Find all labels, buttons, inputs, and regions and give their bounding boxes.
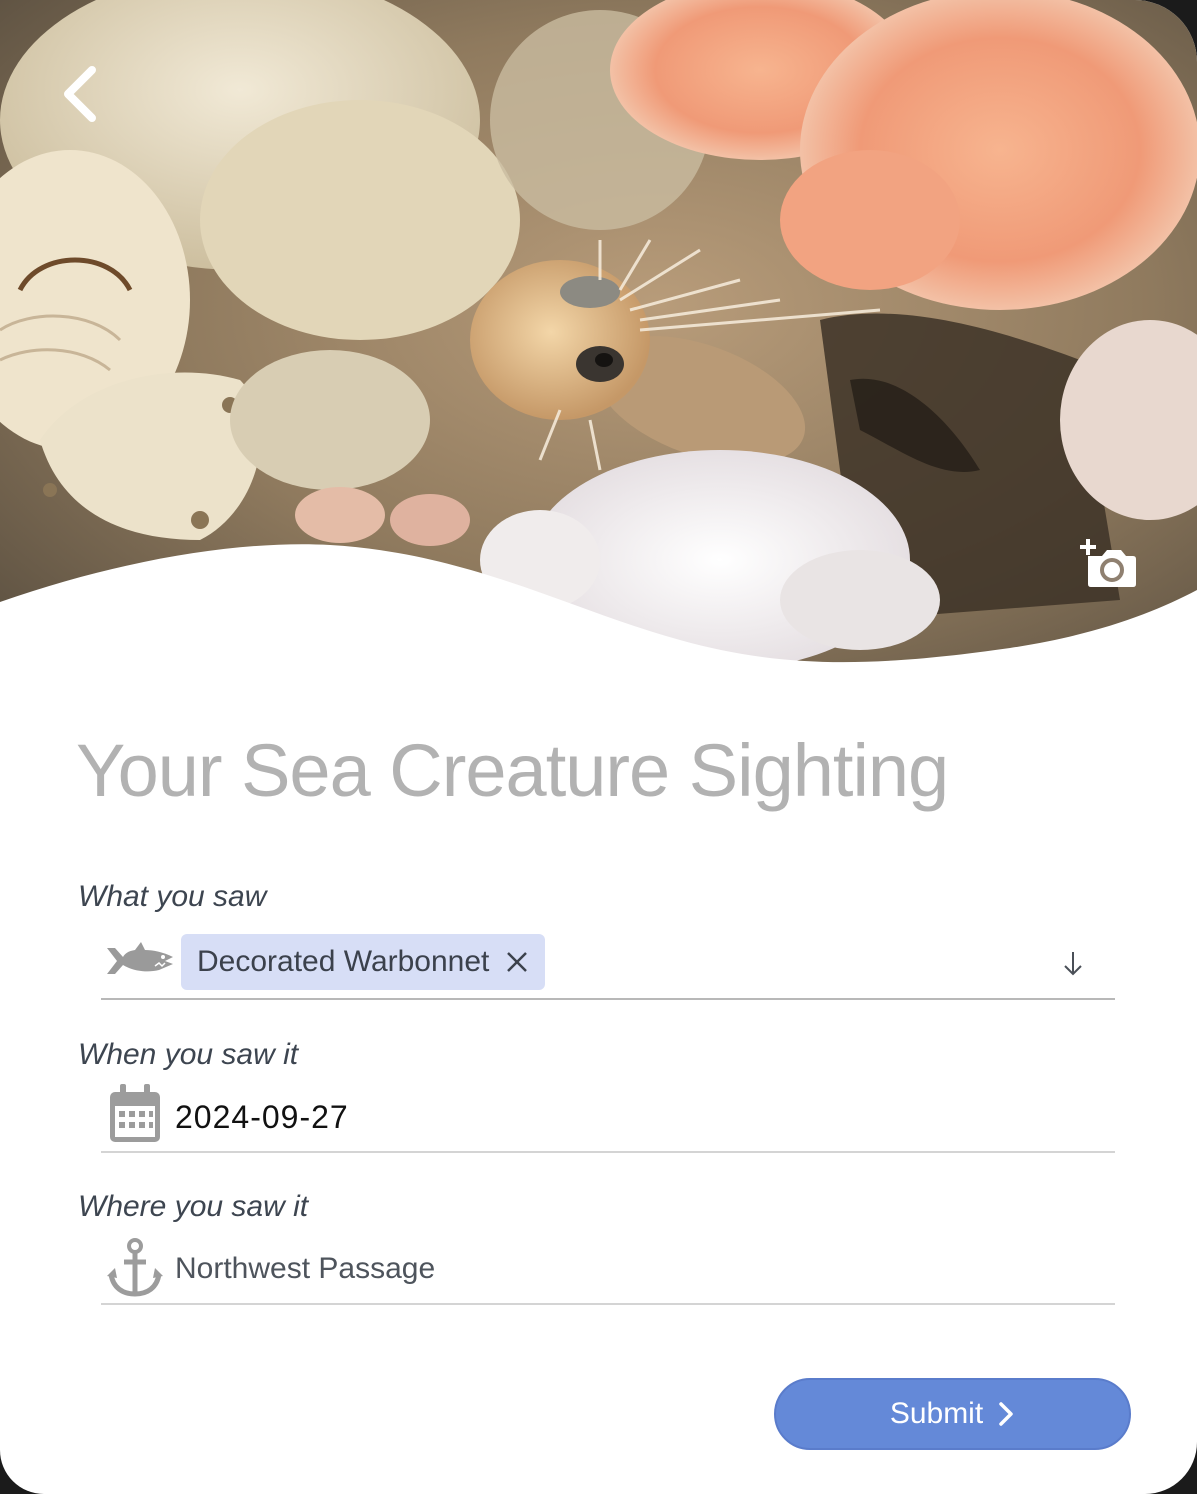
location-input[interactable]: [175, 1246, 1075, 1292]
when-label: When you saw it: [78, 1038, 299, 1071]
hero-wave: [0, 544, 1197, 680]
arrow-down-icon[interactable]: [1061, 948, 1085, 978]
add-photo-camera-icon: [1080, 539, 1136, 587]
selected-species-chip: Decorated Warbonnet: [181, 934, 546, 990]
species-select[interactable]: Decorated Warbonnet: [101, 926, 1115, 1000]
shark-icon: [107, 942, 173, 974]
what-label: What you saw: [78, 880, 267, 913]
page-title: Your Sea Creature Sighting: [76, 729, 949, 812]
date-input[interactable]: [175, 1094, 1075, 1140]
selected-species-label: Decorated Warbonnet: [197, 945, 490, 978]
back-button[interactable]: [50, 56, 114, 128]
submit-label: Submit: [889, 1397, 984, 1430]
close-icon[interactable]: [505, 950, 529, 974]
location-field[interactable]: [101, 1232, 1115, 1305]
chevron-right-icon: [999, 1402, 1013, 1426]
sighting-card: Your Sea Creature Sighting What you saw …: [0, 0, 1197, 1494]
add-photo-button[interactable]: [1078, 538, 1140, 594]
where-label: Where you saw it: [78, 1190, 309, 1223]
date-field[interactable]: [101, 1080, 1115, 1153]
hero-photo: [0, 0, 1197, 680]
anchor-icon: [107, 1238, 163, 1297]
submit-button[interactable]: Submit: [774, 1378, 1131, 1450]
chevron-left-icon: [64, 66, 96, 122]
calendar-icon: [110, 1084, 160, 1142]
